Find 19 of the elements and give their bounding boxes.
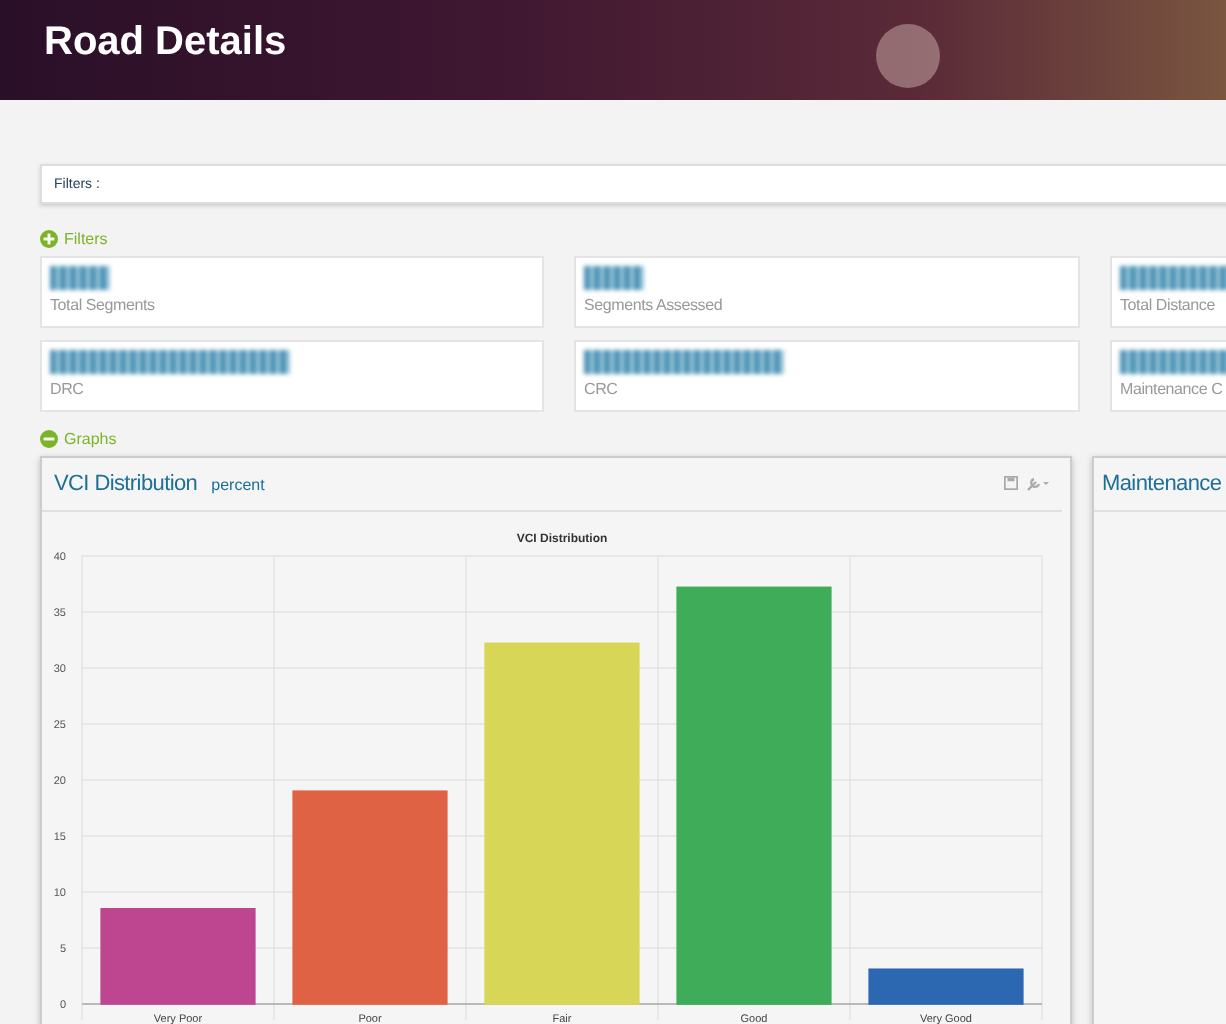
panel-title: VCI Distribution	[54, 472, 198, 496]
save-icon[interactable]	[1004, 476, 1018, 490]
filters-toggle[interactable]: Filters	[40, 229, 108, 247]
page-title: Road Details	[44, 20, 287, 66]
stat-label: Maintenance C	[1120, 380, 1225, 398]
panel-title: Maintenance	[1102, 472, 1222, 496]
redacted-value	[50, 266, 110, 290]
stat-label: Segments Assessed	[584, 296, 725, 314]
decorative-circle	[876, 24, 940, 88]
wrench-dropdown-icon[interactable]	[1026, 476, 1050, 492]
minus-circle-icon	[40, 429, 58, 447]
stat-label: CRC	[584, 380, 620, 398]
plus-circle-icon	[40, 229, 58, 247]
series-name: percent	[211, 475, 265, 493]
graphs-toggle[interactable]: Graphs	[40, 429, 117, 447]
redacted-value	[584, 266, 644, 290]
stat-label: Total Distance	[1120, 296, 1217, 314]
stat-label: Total Segments	[50, 296, 157, 314]
stat-label: DRC	[50, 380, 86, 398]
